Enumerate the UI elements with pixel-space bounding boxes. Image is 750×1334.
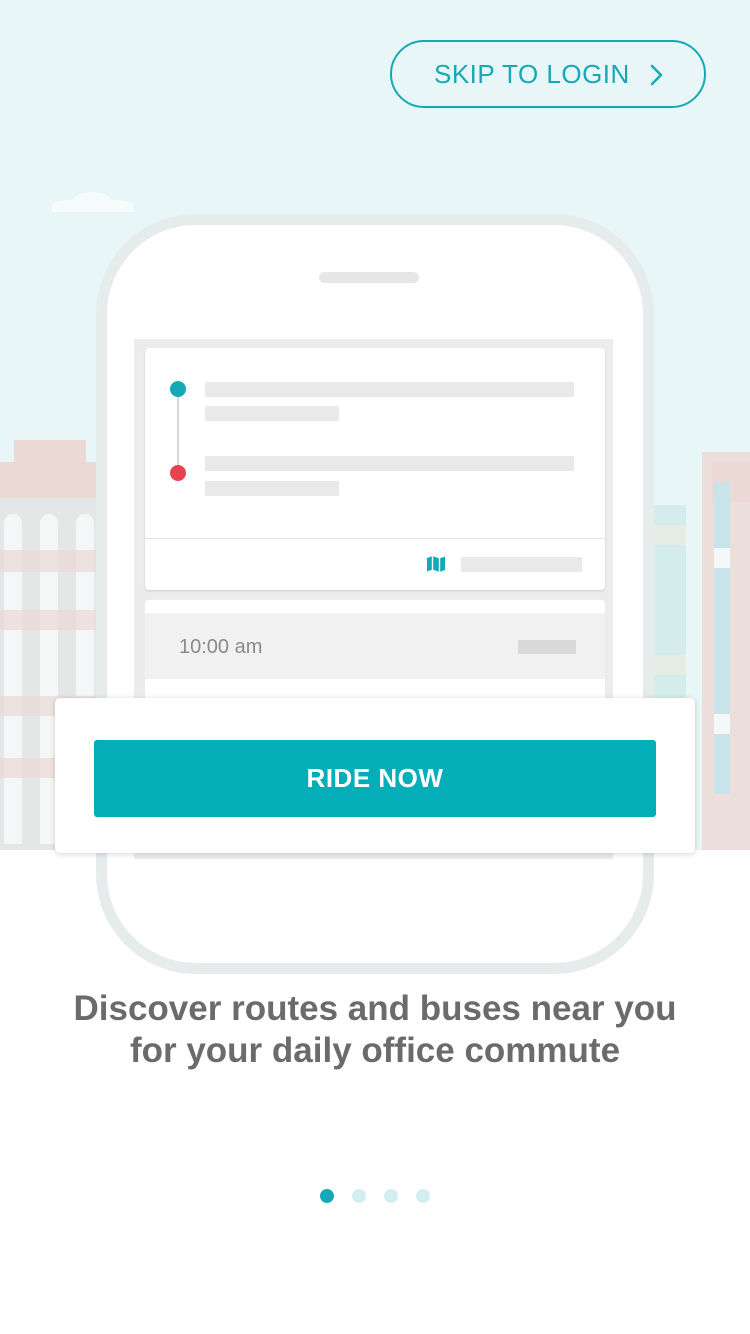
phone-speaker	[319, 272, 419, 283]
onboarding-tagline: Discover routes and buses near you for yo…	[73, 989, 677, 1070]
ride-now-label: RIDE NOW	[306, 763, 444, 793]
route-line	[177, 397, 179, 465]
time-placeholder	[518, 640, 576, 654]
origin-placeholder-line	[205, 382, 574, 397]
cloud-illustration	[52, 192, 134, 212]
ride-now-button[interactable]: RIDE NOW	[94, 740, 656, 817]
pagination-dots	[0, 1189, 750, 1203]
page-dot-3[interactable]	[384, 1189, 398, 1203]
page-dot-1[interactable]	[320, 1189, 334, 1203]
map-icon	[427, 556, 445, 572]
chevron-right-icon	[650, 64, 663, 86]
page-dot-4[interactable]	[416, 1189, 430, 1203]
origin-placeholder-line	[205, 406, 339, 421]
destination-placeholder-line	[205, 481, 339, 496]
page-dot-2[interactable]	[352, 1189, 366, 1203]
skip-to-login-button[interactable]: SKIP TO LOGIN	[390, 40, 706, 108]
skip-to-login-label: SKIP TO LOGIN	[434, 58, 630, 89]
card-divider	[145, 538, 605, 539]
origin-dot	[170, 381, 186, 397]
time-label: 10:00 am	[179, 636, 263, 658]
map-placeholder-line	[461, 557, 582, 572]
destination-placeholder-line	[205, 456, 574, 471]
destination-dot	[170, 465, 186, 481]
